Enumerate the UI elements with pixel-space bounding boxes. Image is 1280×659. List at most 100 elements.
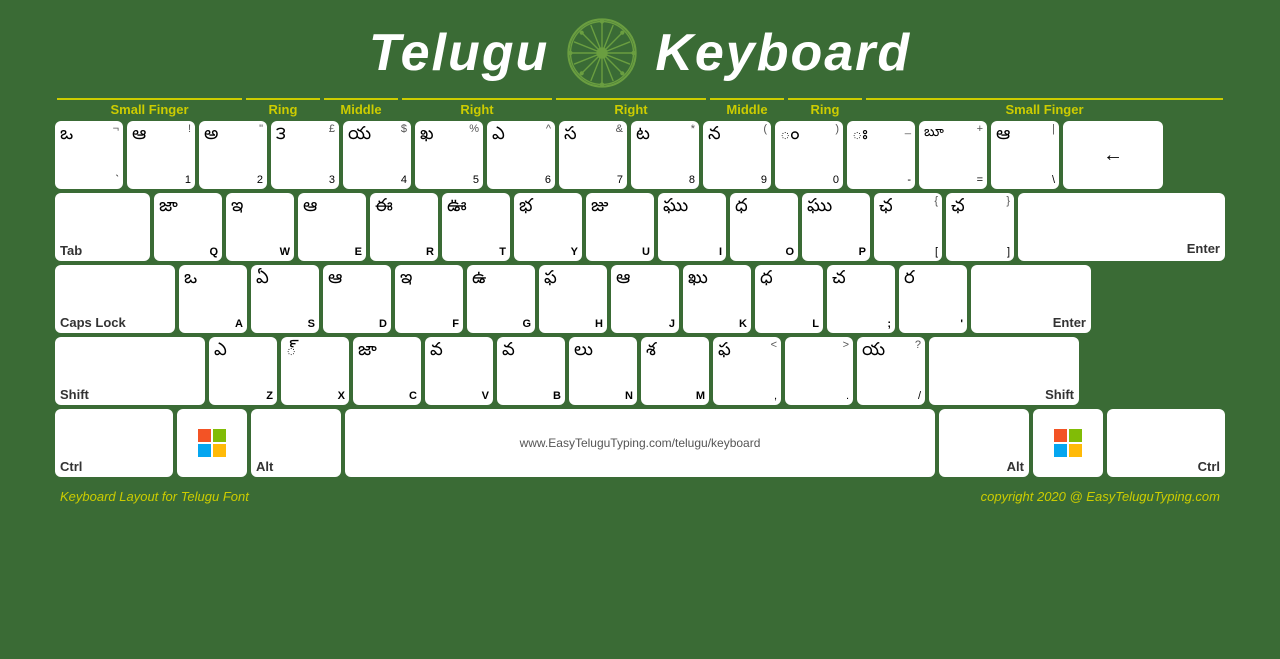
key-q[interactable]: జా Q	[154, 193, 222, 261]
key-telugu-j: ఆ	[616, 268, 630, 288]
key-l[interactable]: ధ L	[755, 265, 823, 333]
key-o[interactable]: ధ O	[730, 193, 798, 261]
key-quote[interactable]: ర '	[899, 265, 967, 333]
key-enter-wide[interactable]: Enter	[1018, 193, 1225, 261]
space-url: www.EasyTeluguTyping.com/telugu/keyboard	[520, 436, 761, 450]
key-sym-1: 1	[185, 174, 191, 186]
key-t[interactable]: ఊ T	[442, 193, 510, 261]
key-letter-quote: '	[960, 318, 963, 330]
key-rbracket[interactable]: ఛ } ]	[946, 193, 1014, 261]
key-telugu-quote: ర	[904, 268, 915, 288]
key-shift-backtick: ¬	[113, 123, 119, 135]
key-b[interactable]: వ B	[497, 337, 565, 405]
key-f[interactable]: ఇ F	[395, 265, 463, 333]
key-telugu-x: ్	[286, 340, 296, 360]
key-enter[interactable]: Enter	[971, 265, 1091, 333]
key-7[interactable]: స & 7	[559, 121, 627, 189]
key-shift-left[interactable]: Shift	[55, 337, 205, 405]
key-telugu-c: జా	[358, 340, 377, 360]
key-c[interactable]: జా C	[353, 337, 421, 405]
key-r[interactable]: ఈ R	[370, 193, 438, 261]
key-letter-l: L	[812, 318, 819, 330]
key-win-right[interactable]	[1033, 409, 1103, 477]
key-sym-comma: ,	[774, 390, 777, 402]
key-u[interactable]: జు U	[586, 193, 654, 261]
key-v[interactable]: వ V	[425, 337, 493, 405]
key-letter-n: N	[625, 390, 633, 402]
key-slash[interactable]: య ? /	[857, 337, 925, 405]
key-shift-comma: <	[771, 339, 777, 351]
finger-label-ring-r: Ring	[788, 98, 862, 117]
key-backslash-num[interactable]: ఆ | \	[991, 121, 1059, 189]
key-shift-0: )	[835, 123, 839, 135]
key-s[interactable]: ఏ S	[251, 265, 319, 333]
key-e[interactable]: ఆ E	[298, 193, 366, 261]
key-alt-left[interactable]: Alt	[251, 409, 341, 477]
key-ctrl-right[interactable]: Ctrl	[1107, 409, 1225, 477]
key-letter-i: I	[719, 246, 722, 258]
footer: Keyboard Layout for Telugu Font copyrigh…	[0, 481, 1280, 504]
header: Telugu	[0, 0, 1280, 98]
finger-label-right-l: Right	[402, 98, 552, 117]
key-minus[interactable]: ః _ -	[847, 121, 915, 189]
key-j[interactable]: ఆ J	[611, 265, 679, 333]
key-telugu-q: జా	[159, 196, 178, 216]
key-capslock[interactable]: Caps Lock	[55, 265, 175, 333]
key-1[interactable]: ఆ ! 1	[127, 121, 195, 189]
key-6[interactable]: ఎ ^ 6	[487, 121, 555, 189]
key-win-left[interactable]	[177, 409, 247, 477]
key-equals[interactable]: బూ + =	[919, 121, 987, 189]
key-shift-right[interactable]: Shift	[929, 337, 1079, 405]
key-period[interactable]: > .	[785, 337, 853, 405]
key-shift-8: *	[691, 123, 695, 135]
key-x[interactable]: ్ X	[281, 337, 349, 405]
key-a[interactable]: ఒ A	[179, 265, 247, 333]
key-5[interactable]: ఖ % 5	[415, 121, 483, 189]
key-m[interactable]: శ M	[641, 337, 709, 405]
key-semicolon[interactable]: చ ;	[827, 265, 895, 333]
key-d[interactable]: ఆ D	[323, 265, 391, 333]
key-comma[interactable]: ఫ < ,	[713, 337, 781, 405]
ctrl-right-label: Ctrl	[1198, 459, 1220, 474]
key-telugu-backslash-num: ఆ	[996, 124, 1010, 144]
windows-logo-left-icon	[198, 429, 226, 457]
finger-label-ring-l: Ring	[246, 98, 320, 117]
key-ctrl-left[interactable]: Ctrl	[55, 409, 173, 477]
key-2[interactable]: అ " 2	[199, 121, 267, 189]
key-letter-y: Y	[571, 246, 578, 258]
key-4[interactable]: య $ 4	[343, 121, 411, 189]
key-8[interactable]: ట * 8	[631, 121, 699, 189]
key-lbracket[interactable]: ఛ { [	[874, 193, 942, 261]
key-g[interactable]: ఉ G	[467, 265, 535, 333]
key-backspace[interactable]: ←	[1063, 121, 1163, 189]
key-sym-period: .	[846, 390, 849, 402]
key-sym-equals: =	[977, 174, 983, 186]
key-telugu-m: శ	[646, 340, 656, 360]
key-telugu-g: ఉ	[472, 268, 486, 288]
enter-label-2: Enter	[1053, 315, 1086, 330]
key-z[interactable]: ఎ Z	[209, 337, 277, 405]
key-y[interactable]: భ Y	[514, 193, 582, 261]
key-k[interactable]: ఖు K	[683, 265, 751, 333]
key-n[interactable]: లు N	[569, 337, 637, 405]
key-tab[interactable]: Tab	[55, 193, 150, 261]
finger-label-right-r: Right	[556, 98, 706, 117]
key-p[interactable]: ఘు P	[802, 193, 870, 261]
key-telugu-2: అ	[204, 124, 218, 144]
key-backtick[interactable]: ఒ ¬ `	[55, 121, 123, 189]
key-w[interactable]: ఇ W	[226, 193, 294, 261]
windows-logo-right-icon	[1054, 429, 1082, 457]
finger-label-small-finger-r: Small Finger	[866, 98, 1223, 117]
key-alt-right[interactable]: Alt	[939, 409, 1029, 477]
key-3[interactable]: ౩ £ 3	[271, 121, 339, 189]
key-telugu-e: ఆ	[303, 196, 317, 216]
zxcv-row: Shift ఎ Z ్ X జా C వ V వ B లు N శ M	[55, 337, 1225, 405]
key-h[interactable]: ఫ H	[539, 265, 607, 333]
key-0[interactable]: ం ) 0	[775, 121, 843, 189]
key-i[interactable]: ఘు I	[658, 193, 726, 261]
key-letter-t: T	[499, 246, 506, 258]
key-telugu-l: ధ	[760, 268, 773, 288]
key-shift-7: &	[616, 123, 623, 135]
key-9[interactable]: న ( 9	[703, 121, 771, 189]
key-space[interactable]: www.EasyTeluguTyping.com/telugu/keyboard	[345, 409, 935, 477]
